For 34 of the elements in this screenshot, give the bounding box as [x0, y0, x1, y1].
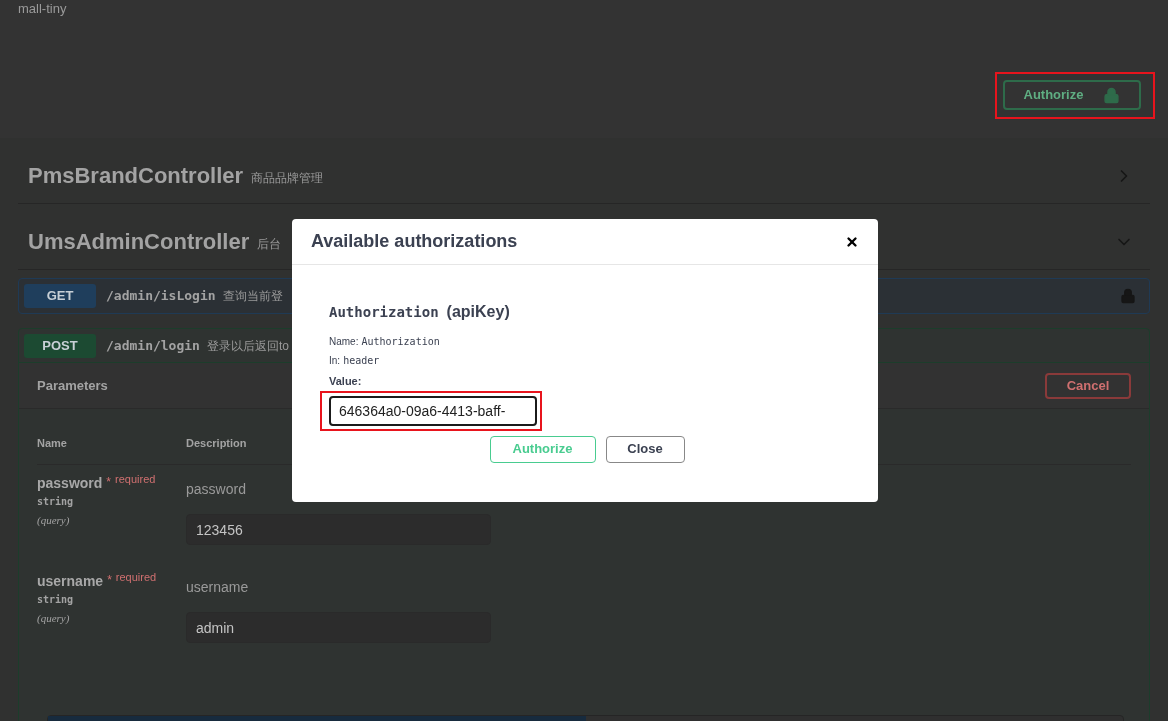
- required-label: required: [115, 472, 156, 487]
- scheme-type: (apiKey): [446, 302, 510, 322]
- page-title: mall-tiny: [18, 0, 68, 15]
- controller-name: PmsBrandController: [28, 162, 244, 190]
- operation-path: /admin/login: [106, 336, 200, 355]
- column-header: Description: [186, 436, 247, 451]
- value-label: Value:: [329, 374, 363, 389]
- field-value: Authorization: [361, 335, 440, 349]
- required-mark: *: [107, 572, 112, 589]
- operation-summary-text: 登录以后返回to: [206, 337, 289, 355]
- operation-summary-text: 查询当前登: [222, 288, 283, 305]
- controller-description: 后台: [257, 235, 282, 253]
- parameter-location: (query): [37, 611, 71, 626]
- method-badge: POST: [24, 333, 96, 358]
- parameters-title: Parameters: [37, 376, 108, 395]
- field-label: In:: [329, 354, 341, 368]
- column-header: Name: [37, 436, 68, 451]
- method-badge: GET: [24, 284, 96, 308]
- controller-description: 商品品牌管理: [251, 169, 324, 187]
- parameter-description: username: [186, 578, 250, 597]
- parameter-description: password: [186, 480, 247, 499]
- parameter-location: (query): [37, 513, 71, 528]
- required-label: required: [115, 570, 157, 585]
- required-mark: *: [106, 474, 112, 491]
- parameter-name: username: [37, 572, 104, 591]
- dialog-title: Available authorizations: [311, 230, 518, 253]
- parameter-name: password: [37, 474, 103, 493]
- field-value: header: [343, 354, 380, 368]
- parameter-type: string: [37, 593, 75, 607]
- controller-name: UmsAdminController: [28, 228, 250, 256]
- operation-path: /admin/isLogin: [106, 287, 216, 306]
- field-label: Name:: [329, 335, 359, 349]
- scheme-name: Authorization: [329, 303, 439, 322]
- parameter-type: string: [37, 495, 75, 509]
